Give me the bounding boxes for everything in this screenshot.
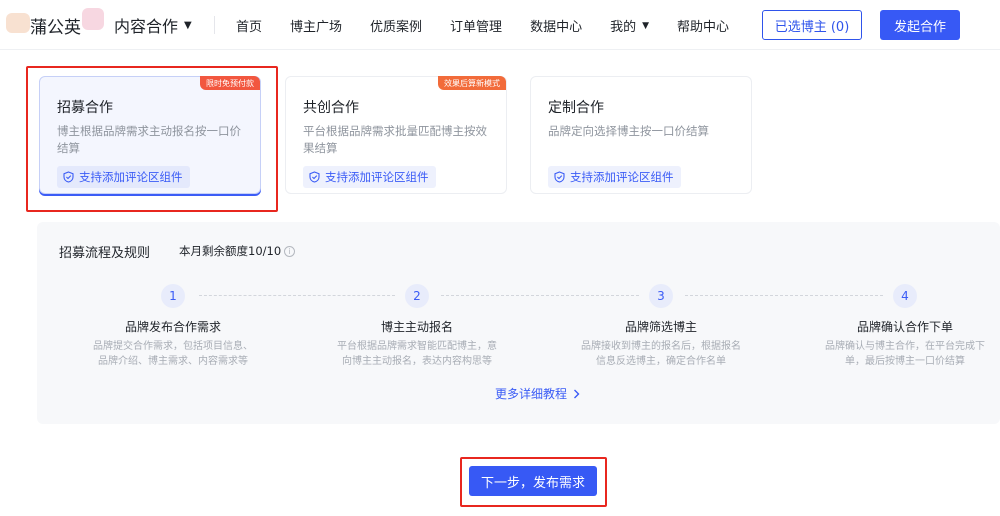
card-recruit[interactable]: 限时免预付款 招募合作 博主根据品牌需求主动报名按一口价结算 支持添加评论区组件 bbox=[39, 76, 261, 194]
next-step-button[interactable]: 下一步，发布需求 bbox=[469, 466, 597, 496]
shield-check-icon bbox=[309, 171, 320, 183]
step-connector bbox=[685, 295, 883, 296]
more-tutorial-label: 更多详细教程 bbox=[495, 387, 568, 401]
card-badge: 效果后算新模式 bbox=[438, 76, 506, 90]
card-title: 定制合作 bbox=[548, 100, 604, 116]
step-title: 博主主动报名 bbox=[380, 320, 453, 334]
card-tag-label: 支持添加评论区组件 bbox=[570, 170, 674, 184]
nav-data-center[interactable]: 数据中心 bbox=[530, 16, 582, 35]
step-number: 1 bbox=[161, 284, 185, 308]
nav-help-center[interactable]: 帮助中心 bbox=[677, 16, 729, 35]
caret-down-icon: ▼ bbox=[184, 19, 192, 31]
nav-orders[interactable]: 订单管理 bbox=[450, 16, 502, 35]
step-desc: 品牌确认与博主合作，在平台完成下单，最后按博主一口价结算 bbox=[825, 341, 985, 367]
info-icon[interactable]: i bbox=[284, 245, 296, 257]
step-number: 4 bbox=[893, 284, 917, 308]
nav-cases[interactable]: 优质案例 bbox=[370, 16, 422, 35]
product-menu[interactable]: 内容合作 ▼ bbox=[114, 13, 192, 37]
main-nav: 首页 博主广场 优质案例 订单管理 数据中心 我的 ▼ 帮助中心 bbox=[236, 16, 757, 35]
top-header: 蒲公英 内容合作 ▼ 首页 博主广场 优质案例 订单管理 数据中心 我的 ▼ 帮… bbox=[0, 0, 1000, 50]
more-tutorial-link[interactable]: 更多详细教程 bbox=[495, 385, 580, 402]
card-co-create[interactable]: 效果后算新模式 共创合作 平台根据品牌需求批量匹配博主按效果结算 支持添加评论区… bbox=[285, 76, 507, 194]
step-title: 品牌确认合作下单 bbox=[856, 320, 953, 334]
shield-check-icon bbox=[554, 171, 565, 183]
card-tag-label: 支持添加评论区组件 bbox=[79, 170, 183, 184]
step-connector bbox=[199, 295, 395, 296]
chevron-right-icon bbox=[574, 389, 580, 398]
card-desc: 平台根据品牌需求批量匹配博主按效果结算 bbox=[303, 124, 487, 155]
step-number: 2 bbox=[405, 284, 429, 308]
card-title: 招募合作 bbox=[57, 100, 113, 116]
step-desc: 品牌提交合作需求，包括项目信息、品牌介绍、博主需求、内容需求等 bbox=[93, 341, 253, 367]
card-custom[interactable]: 定制合作 品牌定向选择博主按一口价结算 支持添加评论区组件 bbox=[530, 76, 752, 194]
step-title: 品牌筛选博主 bbox=[624, 320, 697, 334]
step-title: 品牌发布合作需求 bbox=[124, 320, 221, 334]
process-panel: 招募流程及规则 本月剩余额度10/10 i 1 2 3 4 品牌发布合作需求 博… bbox=[37, 222, 1000, 424]
caret-down-icon: ▼ bbox=[642, 20, 650, 31]
process-title: 招募流程及规则 bbox=[59, 246, 151, 261]
nav-mine[interactable]: 我的 ▼ bbox=[610, 16, 649, 35]
step-desc: 品牌接收到博主的报名后，根据报名信息反选博主，确定合作名单 bbox=[581, 341, 741, 367]
step-connector bbox=[441, 295, 639, 296]
card-desc: 博主根据品牌需求主动报名按一口价结算 bbox=[57, 124, 241, 155]
card-title: 共创合作 bbox=[303, 100, 359, 116]
nav-home[interactable]: 首页 bbox=[236, 16, 262, 35]
launch-cooperation-button[interactable]: 发起合作 bbox=[880, 10, 960, 40]
product-menu-label: 内容合作 bbox=[114, 17, 179, 36]
card-tag: 支持添加评论区组件 bbox=[303, 166, 436, 188]
card-tag-label: 支持添加评论区组件 bbox=[325, 170, 429, 184]
quota-label: 本月剩余额度10/10 bbox=[179, 244, 282, 258]
card-desc: 品牌定向选择博主按一口价结算 bbox=[548, 124, 709, 138]
logo-text[interactable]: 蒲公英 bbox=[30, 13, 81, 38]
step-number: 3 bbox=[649, 284, 673, 308]
card-tag: 支持添加评论区组件 bbox=[548, 166, 681, 188]
shield-check-icon bbox=[63, 171, 74, 183]
header-divider bbox=[214, 16, 215, 34]
card-tag: 支持添加评论区组件 bbox=[57, 166, 190, 188]
selected-bloggers-button[interactable]: 已选博主 (0) bbox=[762, 10, 862, 40]
logo-icon bbox=[6, 13, 30, 33]
quota-text: 本月剩余额度10/10 i bbox=[179, 243, 296, 259]
card-badge: 限时免预付款 bbox=[200, 76, 260, 90]
nav-blogger-plaza[interactable]: 博主广场 bbox=[290, 16, 342, 35]
nav-mine-label: 我的 bbox=[610, 20, 637, 35]
logo-mark-icon bbox=[82, 8, 104, 30]
step-desc: 平台根据品牌需求智能匹配博主，意向博主主动报名，表达内容构思等 bbox=[337, 341, 497, 367]
